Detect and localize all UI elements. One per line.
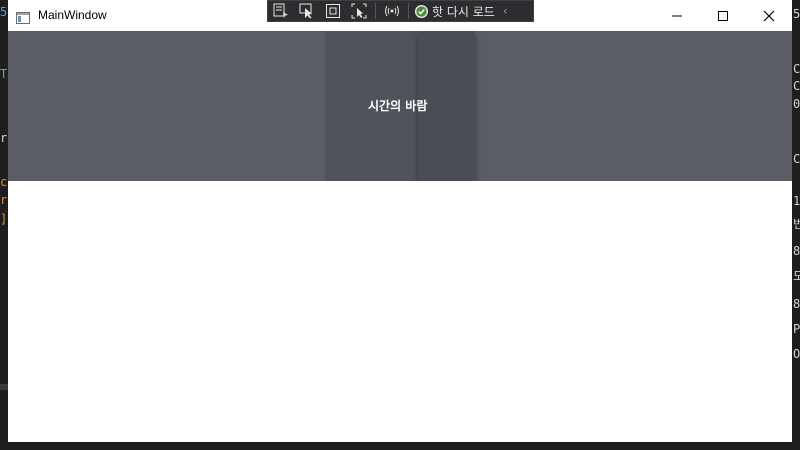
app-window-icon (16, 9, 30, 24)
main-window: MainWindow 시간의 바람 (8, 0, 792, 442)
bg-editor-text: 8 (793, 297, 800, 311)
bg-editor-text: C (793, 62, 800, 76)
window-title: MainWindow (38, 8, 107, 22)
layout-adorners-icon (326, 4, 340, 18)
bg-editor-text: CI (793, 79, 800, 93)
bg-editor-text: 5 (0, 5, 8, 19)
bg-editor-text: 88 (793, 244, 800, 258)
bg-editor-text: 00 (793, 97, 800, 111)
select-element-icon (299, 3, 312, 19)
live-visual-tree-icon (273, 3, 288, 18)
bg-editor-text: T (0, 67, 8, 81)
maximize-icon (718, 10, 728, 21)
debug-toolbar: 핫 다시 로드 ‹ (267, 0, 534, 22)
hot-reload-label: 핫 다시 로드 (432, 4, 495, 19)
bg-editor-text: 번 (793, 217, 800, 231)
bg-editor-text: O (793, 347, 800, 361)
select-element-button[interactable] (294, 1, 320, 21)
go-to-live-visual-tree-button[interactable] (268, 1, 294, 21)
maximize-button[interactable] (700, 0, 746, 31)
bg-editor-text: r (0, 193, 8, 207)
bg-editor-text: ] (0, 212, 8, 226)
track-focused-element-button[interactable] (346, 1, 372, 21)
card-title: 시간의 바람 (368, 99, 428, 113)
bg-editor-text: 59 (793, 7, 800, 21)
collapse-toolbar-button[interactable]: ‹ (503, 4, 508, 18)
close-icon (763, 10, 775, 21)
bg-editor-text: 도 (793, 269, 800, 283)
bg-editor-text: r (0, 131, 8, 145)
display-layout-adorners-button[interactable] (320, 1, 346, 21)
minimize-icon (672, 15, 682, 16)
header-band: 시간의 바람 (8, 31, 792, 181)
toolbar-separator (375, 3, 376, 19)
content-area (8, 181, 792, 442)
binding-failures-button[interactable] (379, 1, 405, 21)
bg-editor-text: C (793, 152, 800, 166)
hot-reload-status[interactable]: 핫 다시 로드 (414, 3, 495, 20)
toolbar-separator (408, 3, 409, 19)
checkmark-circle-icon (414, 4, 429, 18)
track-focus-icon (351, 3, 367, 19)
close-button[interactable] (746, 0, 792, 31)
minimize-button[interactable] (654, 0, 700, 31)
bg-editor-text: c (0, 175, 8, 189)
bg-scroll-strip (0, 384, 8, 390)
bg-editor-text: PU (793, 322, 800, 336)
bg-editor-text: 19 (793, 194, 800, 208)
binding-failures-icon (385, 5, 399, 17)
